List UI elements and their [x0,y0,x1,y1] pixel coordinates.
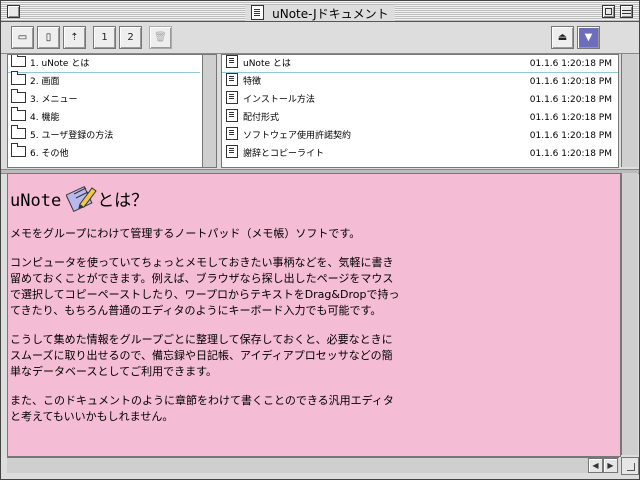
eject-button[interactable]: ⏏ [551,26,574,49]
trash-button[interactable]: 🗑 [149,26,172,49]
folder-icon [11,89,26,103]
window-title: uNote-Jドキュメント [272,7,389,21]
page-heading: uNote とは？ [10,185,149,213]
section-item[interactable]: 6. その他 [8,143,69,163]
folder-icon [11,71,26,85]
paragraph: メモをグループにわけて管理するノートパッド（メモ帳）ソフトです。 [10,227,361,240]
new-note-button[interactable]: ▯ [37,26,60,49]
section-label: 5. ユーザ登録の方法 [30,131,114,141]
page-item[interactable]: インストール方法 01.1.6 1:20:18 PM [222,91,618,109]
notepad-pencil-icon [66,185,97,213]
content-vertical-scrollbar[interactable] [621,173,638,455]
heading-prefix: uNote [10,191,62,211]
trash-icon: 🗑 [154,32,167,43]
page-title: 特徴 [243,77,262,87]
paragraph: コンピュータを使っていてちょっとメモしておきたい事柄などを、気軽に書き 留めてお… [10,256,400,317]
page-date: 01.1.6 1:20:18 PM [529,95,612,105]
page-date: 01.1.6 1:20:18 PM [529,113,612,123]
down-arrow-icon: ▼ [584,32,593,43]
view1-button[interactable]: 1 [93,26,116,49]
page-item[interactable]: 配付形式 01.1.6 1:20:18 PM [222,109,618,127]
paragraph: また、このドキュメントのように章節をわけて書くことのできる汎用エディタ と考えて… [10,394,394,423]
note-icon [226,55,238,68]
down-button[interactable]: ▼ [577,26,600,49]
page-item[interactable]: ソフトウェア使用許諾契約 01.1.6 1:20:18 PM [222,127,618,145]
view2-button[interactable]: 2 [119,26,142,49]
page-title: uNote とは [243,59,291,69]
page-date: 01.1.6 1:20:18 PM [529,77,612,87]
section-label: 4. 機能 [30,113,60,123]
toolbar: ▭ ▯ ⇡ 1 2 🗑 ⏏ ▼ [1,22,639,54]
collapse-box[interactable] [620,5,633,18]
section-item[interactable]: 3. メニュー [8,89,78,109]
page-date: 01.1.6 1:20:18 PM [529,149,612,159]
document-body[interactable]: uNote とは？ メモをグループにわけて管理するノートパッド（メモ帳）ソフトです… [7,173,621,457]
view2-icon: 2 [127,32,134,43]
paragraph: こうして集めた情報をグループごとに整理して保存しておくと、必要なときに スムーズ… [10,333,393,378]
folder-icon [11,143,26,157]
section-list: 1. uNote とは 2. 画面 3. メニュー 4. 機能 5. ユーザ登録… [7,54,217,168]
page-item[interactable]: uNote とは 01.1.6 1:20:18 PM [222,55,618,73]
note-icon [226,73,238,86]
note-icon [226,91,238,104]
page-item[interactable]: 特徴 01.1.6 1:20:18 PM [222,73,618,91]
note-icon [226,109,238,122]
view1-icon: 1 [101,32,108,43]
folder-icon [11,125,26,139]
note-icon [226,127,238,140]
up-level-icon: ⇡ [70,32,79,43]
page-title: 配付形式 [243,113,280,123]
page-date: 01.1.6 1:20:18 PM [529,59,612,69]
title-bar[interactable]: uNote-Jドキュメント [1,1,639,22]
up-level-button[interactable]: ⇡ [63,26,86,49]
scroll-right-button[interactable]: ▶ [603,458,618,473]
folder-icon [11,107,26,121]
new-folder-button[interactable]: ▭ [11,26,34,49]
eject-icon: ⏏ [557,32,568,43]
new-folder-icon: ▭ [17,32,28,43]
page-date: 01.1.6 1:20:18 PM [529,131,612,141]
page-list: uNote とは 01.1.6 1:20:18 PM 特徴 01.1.6 1:20:… [221,54,619,168]
zoom-box[interactable] [602,5,615,18]
section-label: 1. uNote とは [30,59,90,69]
folder-icon [11,55,26,67]
section-scrollbar[interactable] [202,55,216,167]
page-title: ソフトウェア使用許諾契約 [243,131,352,141]
app-window: uNote-Jドキュメント ▭ ▯ ⇡ 1 2 🗑 ⏏ ▼ 1. uNote と… [0,0,640,480]
new-note-icon: ▯ [45,32,52,43]
document-icon [251,5,265,20]
heading-suffix: とは？ [97,191,149,211]
content-horizontal-scrollbar[interactable]: ◀ ▶ [7,457,619,473]
page-scrollbar[interactable] [621,54,638,167]
scroll-left-button[interactable]: ◀ [588,458,603,473]
note-icon [226,145,238,158]
resize-grip[interactable] [621,457,639,475]
section-item[interactable]: 1. uNote とは [8,55,200,73]
body-text: メモをグループにわけて管理するノートパッド（メモ帳）ソフトです。 コンピュータを… [10,226,450,438]
page-title: インストール方法 [243,95,315,105]
section-label: 2. 画面 [30,77,60,87]
page-title: 謝辞とコピーライト [243,149,325,159]
section-item[interactable]: 5. ユーザ登録の方法 [8,125,114,145]
page-item[interactable]: 謝辞とコピーライト 01.1.6 1:20:18 PM [222,145,618,163]
section-label: 3. メニュー [30,95,78,105]
section-label: 6. その他 [30,149,69,159]
